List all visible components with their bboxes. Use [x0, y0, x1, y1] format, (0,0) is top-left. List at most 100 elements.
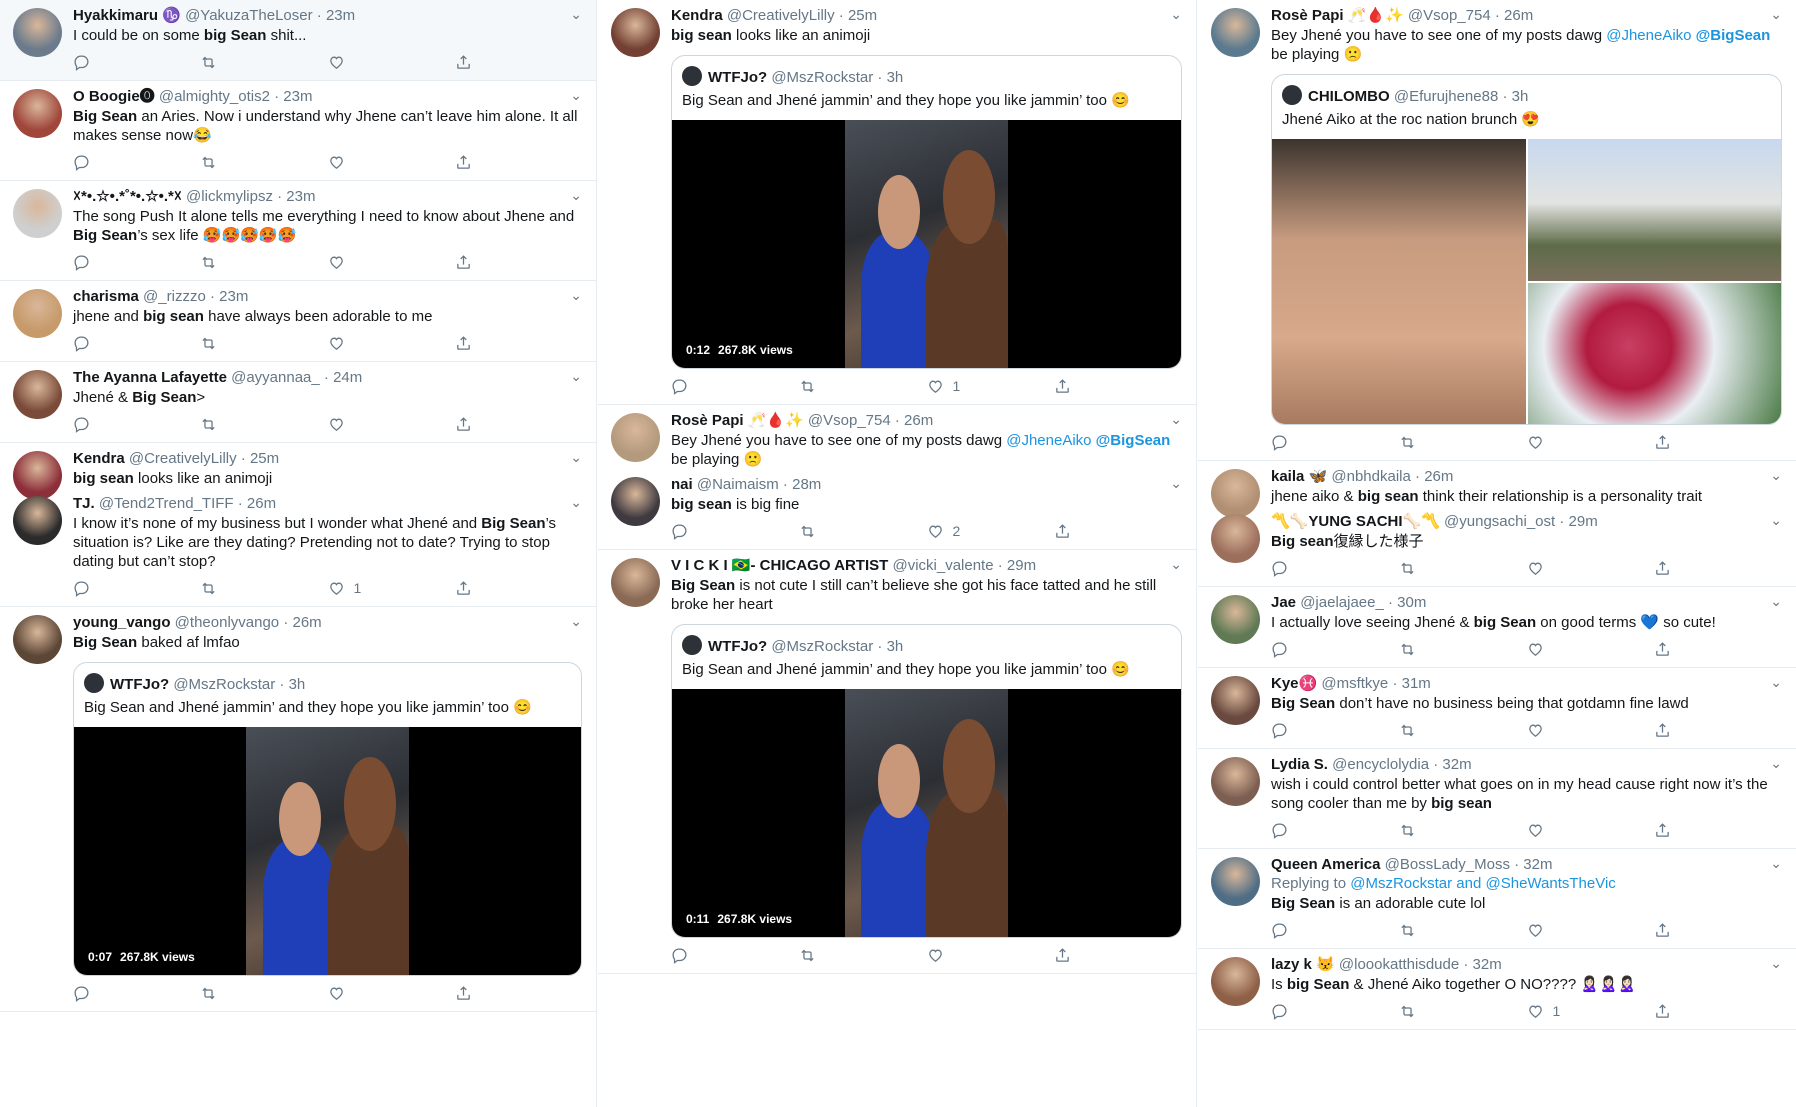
share-button[interactable] — [1654, 434, 1782, 451]
timestamp[interactable]: 23m — [219, 288, 248, 305]
timestamp[interactable]: 28m — [792, 476, 821, 493]
chevron-down-icon[interactable]: ⌄ — [1770, 855, 1782, 872]
tweet[interactable]: ⌄ Kendra @CreativelyLilly · 25m big sean l… — [598, 0, 1196, 405]
tweet[interactable]: ⌄ Jae @jaelajaee_ · 30m I actually love se… — [1198, 587, 1796, 668]
photo[interactable] — [1272, 139, 1526, 424]
tweet[interactable]: ⌄ charisma @_rizzzo · 23m jhene and big se… — [0, 281, 596, 362]
timestamp[interactable]: 29m — [1007, 557, 1036, 574]
timestamp[interactable]: 29m — [1569, 513, 1598, 530]
retweet-button[interactable] — [1399, 434, 1527, 451]
avatar[interactable] — [1211, 514, 1260, 563]
chevron-down-icon[interactable]: ⌄ — [1770, 512, 1782, 529]
like-button[interactable] — [1527, 722, 1655, 739]
avatar[interactable] — [13, 8, 62, 57]
chevron-down-icon[interactable]: ⌄ — [570, 449, 582, 466]
avatar[interactable] — [1211, 8, 1260, 57]
avatar[interactable] — [13, 615, 62, 664]
user-handle[interactable]: @jaelajaee_ — [1296, 594, 1384, 611]
tweet[interactable]: ⌄ Kye♓ @msftkye · 31m Big Sean don’t have … — [1198, 668, 1796, 749]
mention-link[interactable]: @JheneAiko — [1006, 432, 1091, 449]
user-handle[interactable]: @CreativelyLilly — [723, 7, 835, 24]
quoted-tweet[interactable]: CHILOMBO @Efurujhene88 · 3h Jhené Aiko at… — [1271, 74, 1782, 425]
share-button[interactable] — [455, 154, 582, 171]
like-button[interactable] — [1527, 922, 1655, 939]
user-handle[interactable]: @almighty_otis2 — [155, 88, 270, 105]
tweet[interactable]: ⌄ Hyakkimaru ♑ @YakuzaTheLoser · 23m I cou… — [0, 0, 596, 81]
share-button[interactable] — [1654, 641, 1782, 658]
tweet[interactable]: ⌄ Queen America @BossLady_Moss · 32m Reply… — [1198, 849, 1796, 949]
timestamp[interactable]: 26m — [904, 412, 933, 429]
timestamp[interactable]: 23m — [283, 88, 312, 105]
timestamp[interactable]: 32m — [1473, 956, 1502, 973]
like-button[interactable] — [328, 985, 455, 1002]
user-handle[interactable]: @YakuzaTheLoser — [181, 7, 313, 24]
like-button[interactable] — [328, 254, 455, 271]
avatar[interactable] — [13, 370, 62, 419]
mention-link[interactable]: @MszRockstar — [1350, 875, 1452, 892]
like-button[interactable]: 1 — [927, 378, 1055, 395]
like-button[interactable]: 1 — [1527, 1003, 1655, 1020]
like-button[interactable] — [328, 154, 455, 171]
display-name[interactable]: Kendra — [671, 7, 723, 24]
reply-button[interactable] — [1271, 822, 1399, 839]
chevron-down-icon[interactable]: ⌄ — [1770, 674, 1782, 691]
display-name[interactable]: Hyakkimaru ♑ — [73, 7, 181, 24]
chevron-down-icon[interactable]: ⌄ — [1770, 955, 1782, 972]
retweet-button[interactable] — [1399, 641, 1527, 658]
reply-button[interactable] — [1271, 560, 1399, 577]
retweet-button[interactable] — [1399, 1003, 1527, 1020]
reply-button[interactable] — [671, 378, 799, 395]
retweet-button[interactable] — [200, 580, 327, 597]
user-handle[interactable]: @msftkye — [1317, 675, 1388, 692]
user-handle[interactable]: @Tend2Trend_TIFF — [95, 495, 234, 512]
share-button[interactable] — [455, 335, 582, 352]
video-player[interactable]: 0:11 267.8K views — [672, 689, 1181, 937]
retweet-button[interactable] — [200, 335, 327, 352]
tweet[interactable]: ⌄ V I C K I 🇧🇷- CHICAGO ARTIST @vicki_val… — [598, 550, 1196, 974]
chevron-down-icon[interactable]: ⌄ — [1170, 556, 1182, 573]
share-button[interactable] — [1654, 822, 1782, 839]
timestamp[interactable]: 26m — [1504, 7, 1533, 24]
tweet[interactable]: ⌄ lazy k 😾 @loookatthisdude · 32m Is big S… — [1198, 949, 1796, 1030]
tweet[interactable]: ⌄ Rosè Papi 🥂🩸✨ @Vsop_754 · 26m Bey Jhené … — [598, 405, 1196, 469]
quoted-tweet[interactable]: WTFJo? @MszRockstar · 3h Big Sean and Jhe… — [671, 624, 1182, 938]
user-handle[interactable]: @theonlyvango — [171, 614, 279, 631]
avatar[interactable] — [13, 89, 62, 138]
tweet[interactable]: ⌄ O Boogie⓿ @almighty_otis2 · 23m Big Sean… — [0, 81, 596, 181]
avatar[interactable] — [13, 496, 62, 545]
chevron-down-icon[interactable]: ⌄ — [1770, 6, 1782, 23]
avatar[interactable] — [1211, 676, 1260, 725]
user-handle[interactable]: @Vsop_754 — [804, 412, 891, 429]
tweet[interactable]: ⌄ young_vango @theonlyvango · 26m Big Sean… — [0, 607, 596, 1012]
avatar[interactable] — [611, 477, 660, 526]
chevron-down-icon[interactable]: ⌄ — [1170, 475, 1182, 492]
user-handle[interactable]: @Vsop_754 — [1404, 7, 1491, 24]
like-button[interactable] — [1527, 434, 1655, 451]
avatar[interactable] — [1211, 757, 1260, 806]
display-name[interactable]: charisma — [73, 288, 139, 305]
timestamp[interactable]: 26m — [1424, 468, 1453, 485]
tweet[interactable]: ⌄ Rosè Papi 🥂🩸✨ @Vsop_754 · 26m Bey Jhené … — [1198, 0, 1796, 461]
user-handle[interactable]: @CreativelyLilly — [125, 450, 237, 467]
retweet-button[interactable] — [200, 154, 327, 171]
chevron-down-icon[interactable]: ⌄ — [1170, 411, 1182, 428]
like-button[interactable]: 1 — [328, 580, 455, 597]
display-name[interactable]: Kye♓ — [1271, 675, 1317, 692]
display-name[interactable]: TJ. — [73, 495, 95, 512]
retweet-button[interactable] — [1399, 560, 1527, 577]
like-button[interactable] — [328, 416, 455, 433]
like-button[interactable] — [1527, 560, 1655, 577]
retweet-button[interactable] — [200, 985, 327, 1002]
display-name[interactable]: V I C K I 🇧🇷- CHICAGO ARTIST — [671, 557, 888, 574]
user-handle[interactable]: @nbhdkaila — [1327, 468, 1410, 485]
timestamp[interactable]: 23m — [286, 188, 315, 205]
mention-link[interactable]: @BigSean — [1096, 432, 1171, 449]
tweet[interactable]: ⌄ Lydia S. @encyclolydia · 32m wish i coul… — [1198, 749, 1796, 849]
avatar[interactable] — [611, 8, 660, 57]
share-button[interactable] — [1054, 947, 1182, 964]
quoted-tweet[interactable]: WTFJo? @MszRockstar · 3h Big Sean and Jhe… — [73, 662, 582, 976]
chevron-down-icon[interactable]: ⌄ — [570, 287, 582, 304]
timestamp[interactable]: 25m — [848, 7, 877, 24]
reply-button[interactable] — [73, 154, 200, 171]
like-button[interactable] — [1527, 641, 1655, 658]
